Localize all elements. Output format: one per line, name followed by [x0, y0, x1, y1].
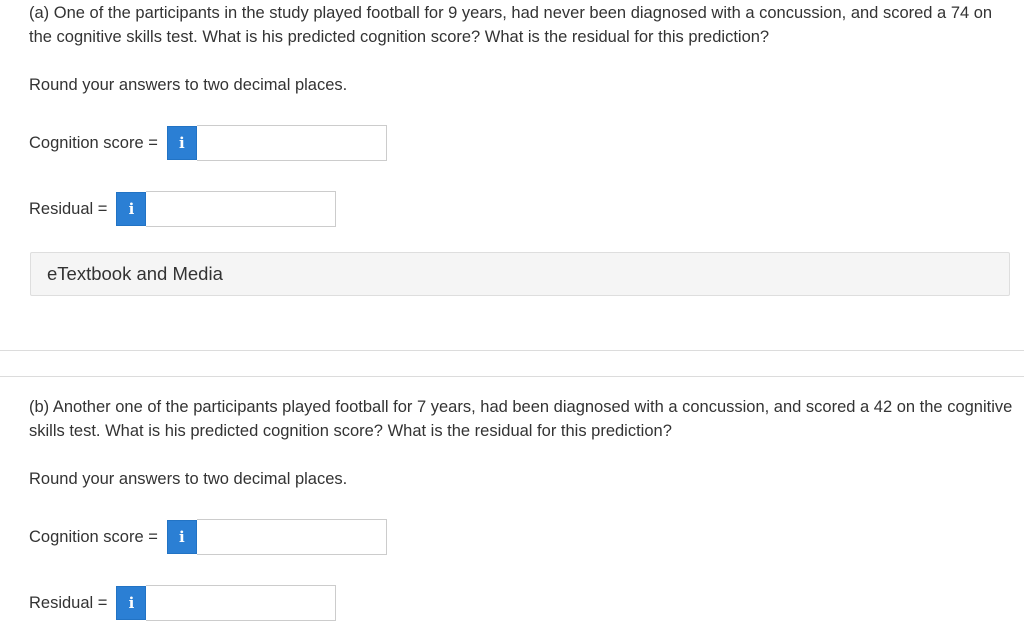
part-b-residual-input[interactable] — [146, 585, 337, 621]
part-b-instruction: Round your answers to two decimal places… — [29, 470, 348, 488]
part-a-cognition-row: Cognition score = i — [29, 125, 387, 161]
part-a-residual-label: Residual = — [29, 199, 108, 218]
part-b-cognition-label: Cognition score = — [29, 527, 158, 546]
part-a-cognition-input[interactable] — [196, 125, 387, 161]
section-divider-top — [0, 350, 1024, 351]
part-a-residual-row: Residual = i — [29, 191, 337, 227]
part-a-question: (a) One of the participants in the study… — [29, 1, 1014, 49]
info-icon[interactable]: i — [116, 586, 147, 620]
assignment-page: (a) One of the participants in the study… — [0, 0, 1024, 643]
part-b-residual-label: Residual = — [29, 593, 108, 612]
part-b-question-text: (b) Another one of the participants play… — [29, 398, 1013, 440]
info-icon[interactable]: i — [166, 126, 197, 160]
info-icon[interactable]: i — [166, 520, 197, 554]
info-icon[interactable]: i — [116, 192, 147, 226]
part-b-question: (b) Another one of the participants play… — [29, 395, 1014, 443]
section-divider-bottom — [0, 376, 1024, 377]
part-a-instruction: Round your answers to two decimal places… — [29, 76, 348, 94]
etextbook-media-button[interactable]: eTextbook and Media — [30, 252, 1010, 296]
part-b-residual-row: Residual = i — [29, 585, 337, 621]
part-a-residual-input[interactable] — [146, 191, 337, 227]
part-b-cognition-row: Cognition score = i — [29, 519, 387, 555]
part-a-question-text: (a) One of the participants in the study… — [29, 4, 993, 46]
part-b-cognition-input[interactable] — [196, 519, 387, 555]
part-a-cognition-label: Cognition score = — [29, 133, 158, 152]
